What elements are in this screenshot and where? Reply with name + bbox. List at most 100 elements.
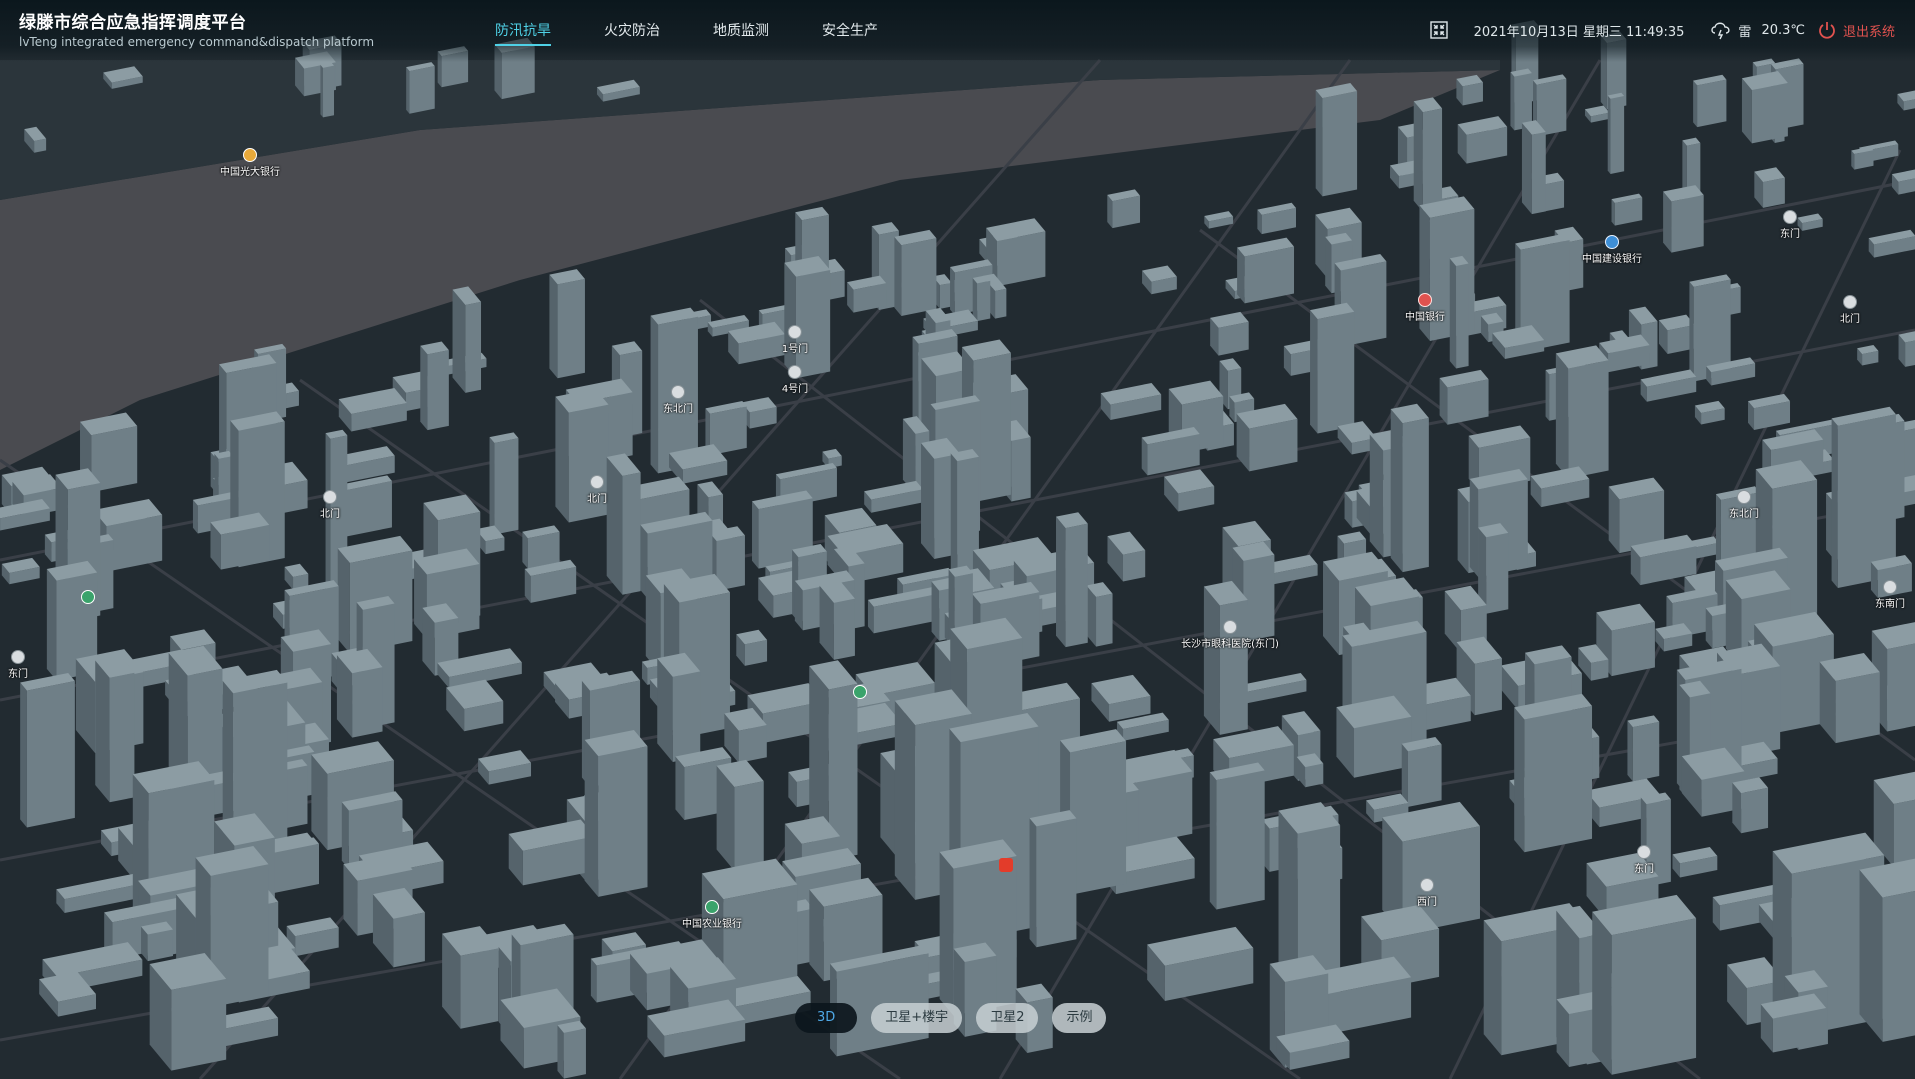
map-poi-label: 东门 [1780, 229, 1800, 240]
map-poi[interactable]: 4号门 [782, 365, 808, 395]
building [657, 652, 701, 762]
weather: 雷 20.3℃ [1710, 20, 1805, 40]
app-subtitle: lvTeng integrated emergency command&disp… [19, 35, 375, 49]
app-title: 绿滕市综合应急指挥调度平台 [19, 13, 247, 33]
bank-icon [1605, 235, 1619, 249]
map-poi[interactable]: 北门 [320, 490, 340, 520]
main-nav: 防汛抗旱 火灾防治 地质监测 安全生产 [495, 20, 931, 46]
map-poi[interactable] [81, 590, 95, 604]
power-icon [1819, 22, 1835, 39]
map-poi-label: 东北门 [1729, 509, 1759, 520]
gate-icon [788, 325, 802, 339]
map-poi-label: 东门 [8, 669, 28, 680]
building [1310, 302, 1355, 434]
tab-geological-monitoring[interactable]: 地质监测 [713, 20, 769, 46]
map-poi[interactable]: 1号门 [782, 325, 808, 355]
building [1627, 715, 1660, 782]
mode-example-button[interactable]: 示例 [1052, 1003, 1107, 1033]
bank-icon [243, 148, 257, 162]
logout-label: 退出系统 [1842, 24, 1895, 40]
map-poi[interactable]: 东南门 [1875, 580, 1905, 610]
map-poi[interactable]: 东北门 [1729, 490, 1759, 520]
building [736, 629, 768, 666]
map-poi[interactable]: 东门 [1780, 210, 1800, 240]
building [1514, 693, 1593, 853]
map-poi-label: 中国农业银行 [682, 919, 742, 930]
bank-icon [853, 685, 867, 699]
map-poi-label: 中国银行 [1405, 312, 1445, 323]
map-poi[interactable]: 东北门 [663, 385, 693, 415]
map-poi[interactable]: 北门 [587, 475, 607, 505]
map-poi[interactable]: 中国银行 [1405, 293, 1445, 323]
fullscreen-icon[interactable] [1429, 21, 1448, 39]
building [1029, 810, 1077, 948]
map-poi-label: 4号门 [781, 384, 809, 395]
tab-safety-production[interactable]: 安全生产 [822, 20, 878, 46]
building [1478, 523, 1509, 614]
building [584, 729, 648, 897]
bank-icon [705, 900, 719, 914]
mode-satellite2-button[interactable]: 卫星2 [976, 1003, 1039, 1033]
gate-icon [590, 475, 604, 489]
building [1210, 311, 1249, 356]
building [716, 759, 764, 871]
building [1336, 695, 1412, 778]
gate-icon [1883, 580, 1897, 594]
building [847, 275, 887, 313]
building [320, 62, 335, 118]
building [1754, 167, 1785, 208]
map-poi-label: 北门 [320, 509, 340, 520]
map-poi-label: 东北门 [663, 404, 693, 415]
map-poi[interactable]: 东门 [8, 650, 28, 680]
map-poi[interactable]: 西门 [1417, 878, 1437, 908]
gate-icon [1637, 845, 1651, 859]
building [1555, 345, 1609, 479]
building [1457, 116, 1508, 164]
map-poi[interactable]: 北门 [1840, 295, 1860, 325]
top-bar: 绿滕市综合应急指挥调度平台 lvTeng integrated emergenc… [0, 0, 1915, 62]
mode-satellite-buildings-button[interactable]: 卫星+楼宇 [871, 1003, 963, 1033]
brand: 绿滕市综合应急指挥调度平台 lvTeng integrated emergenc… [19, 12, 374, 50]
building [210, 512, 270, 570]
building [1439, 369, 1489, 425]
map-poi[interactable] [999, 858, 1013, 872]
map-poi-label: 东门 [1634, 864, 1654, 875]
gate-icon [1737, 490, 1751, 504]
building [1056, 512, 1088, 648]
building [1658, 314, 1695, 354]
thunder-cloud-icon [1711, 22, 1730, 40]
building [1732, 777, 1769, 834]
building [1760, 993, 1827, 1053]
building [406, 62, 435, 114]
mode-3d-button[interactable]: 3D [795, 1003, 858, 1033]
building [1237, 237, 1295, 304]
map-poi[interactable]: 中国光大银行 [220, 148, 280, 178]
building [1401, 736, 1442, 807]
building [20, 672, 75, 828]
gate-icon [11, 650, 25, 664]
map-mode-switcher: 3D 卫星+楼宇 卫星2 示例 [795, 1003, 1107, 1033]
building [1851, 146, 1874, 170]
building [1236, 403, 1298, 472]
map-poi[interactable]: 长沙市眼科医院(东门) [1181, 620, 1279, 650]
tab-flood-control[interactable]: 防汛抗旱 [495, 20, 551, 46]
building [1663, 185, 1704, 253]
building [557, 1020, 586, 1079]
building [336, 648, 383, 738]
building [95, 655, 135, 803]
city-3d-map[interactable] [0, 0, 1915, 1079]
gate-icon [788, 365, 802, 379]
building [1203, 580, 1248, 735]
building [549, 269, 585, 379]
building [819, 581, 855, 660]
building [452, 286, 482, 393]
map-poi[interactable] [853, 685, 867, 699]
map-poi[interactable]: 中国建设银行 [1582, 235, 1642, 265]
map-poi[interactable]: 中国农业银行 [682, 900, 742, 930]
map-poi-label: 北门 [587, 494, 607, 505]
logout-button[interactable]: 退出系统 [1817, 20, 1895, 40]
building [606, 453, 641, 595]
map-poi[interactable]: 东门 [1634, 845, 1654, 875]
building [1859, 858, 1915, 1042]
tab-fire-prevention[interactable]: 火灾防治 [604, 20, 660, 46]
